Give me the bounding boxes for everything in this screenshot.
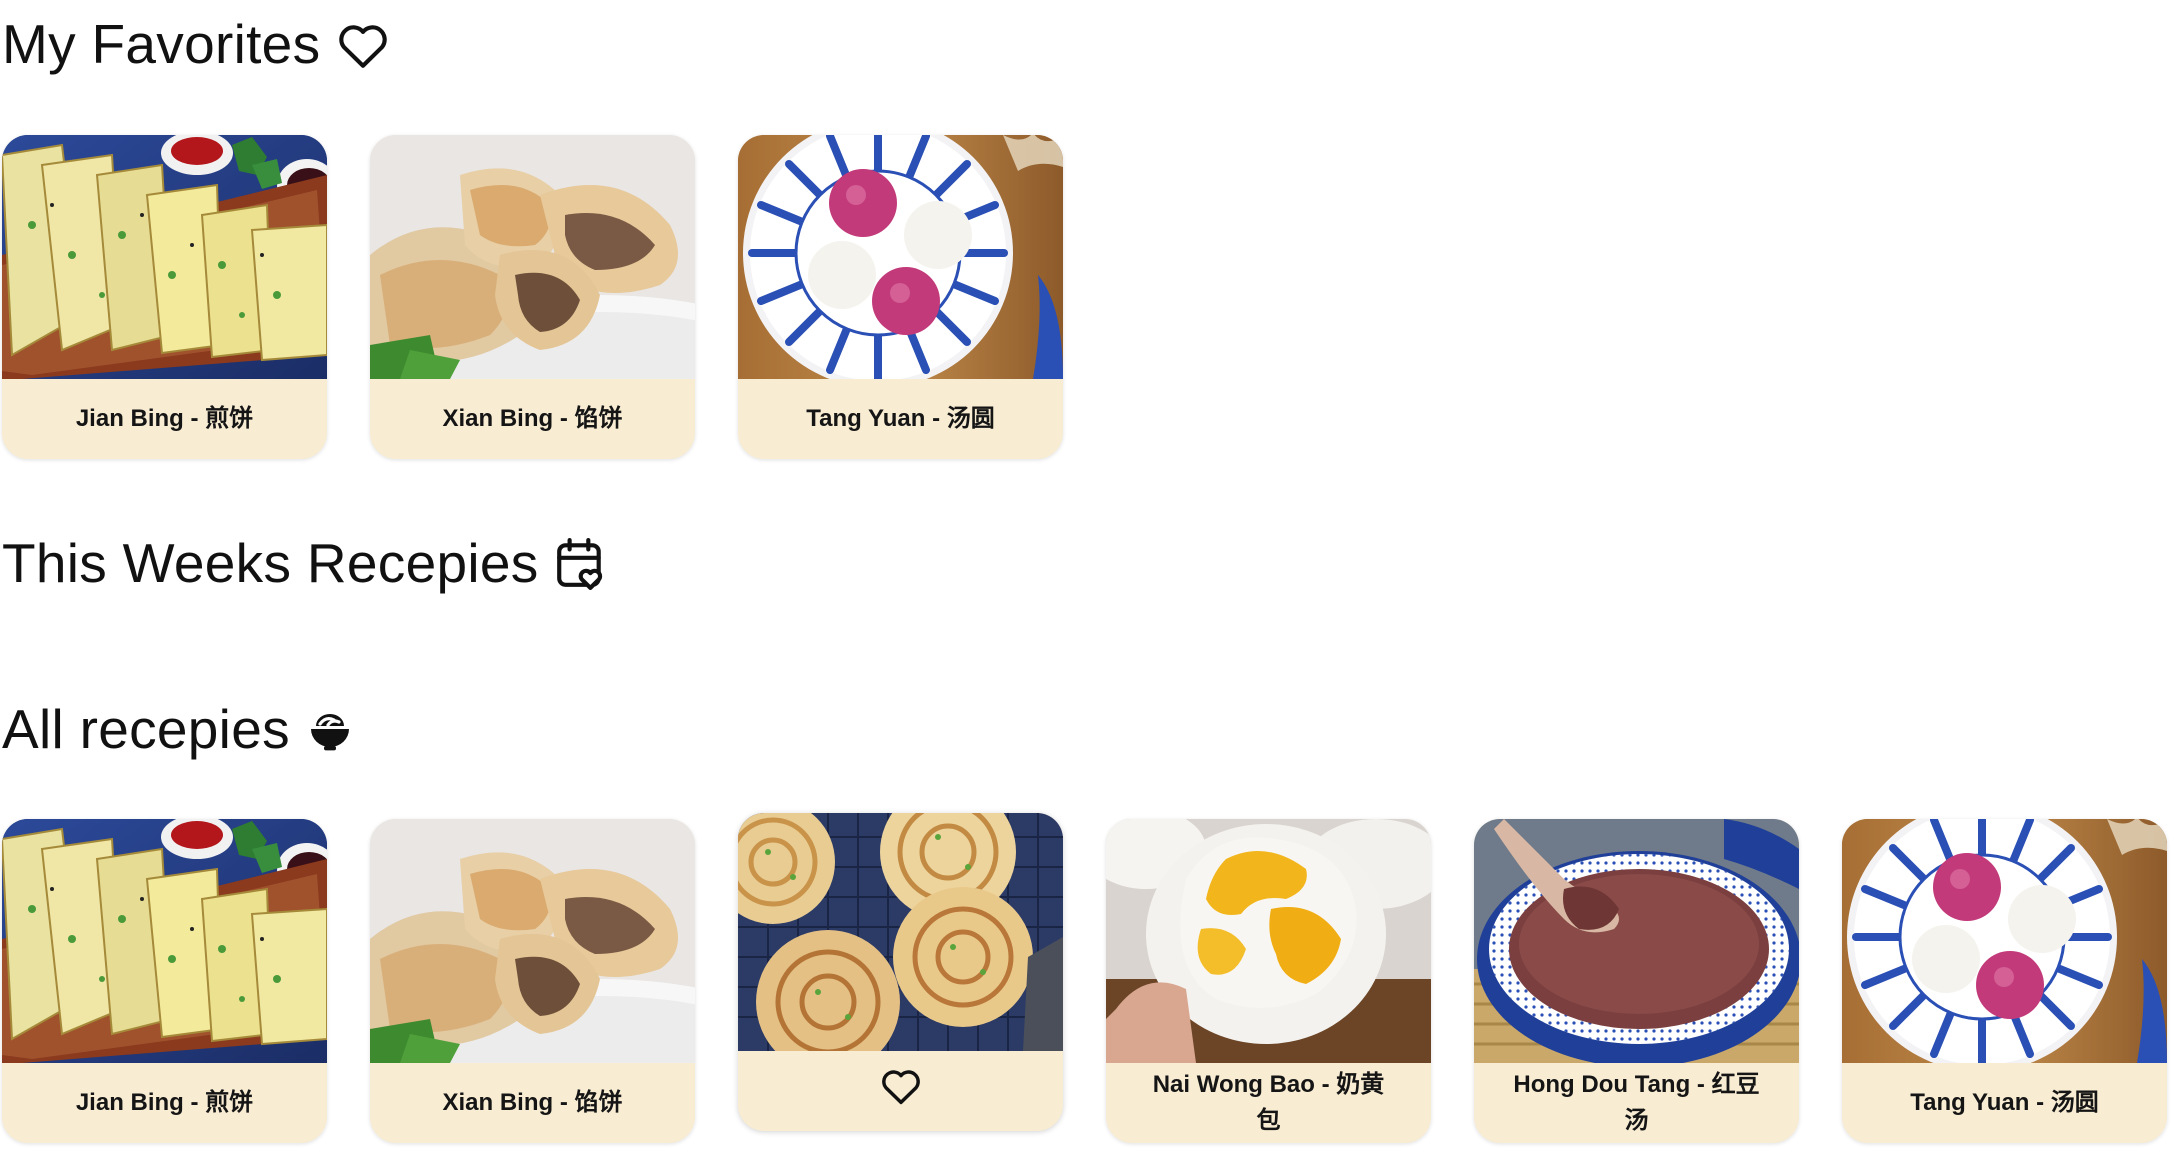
recipe-card-jian-bing[interactable]: Jian Bing - 煎饼 — [2, 135, 327, 459]
recipe-card-label: Jian Bing - 煎饼 — [75, 405, 254, 432]
recipe-card-label: Jian Bing - 煎饼 — [75, 1089, 254, 1116]
favorites-title-text: My Favorites — [2, 13, 321, 75]
recipe-card-tang-yuan[interactable]: Tang Yuan - 汤圆 — [1842, 819, 2167, 1143]
recipe-card-label: Hong Dou Tang - 红豆汤 — [1513, 1071, 1760, 1134]
jian-bing-photo — [2, 135, 327, 379]
all-title-text: All recepies — [2, 698, 290, 760]
xian-bing-photo — [370, 819, 695, 1063]
heart-outline-icon[interactable] — [336, 21, 390, 69]
all-recipes-row: Jian Bing - 煎饼 Xian Bing - 馅饼 Nai Wong B… — [2, 813, 2167, 1143]
tang-yuan-photo — [1842, 819, 2167, 1063]
all-section-title: All recepies — [2, 702, 354, 757]
recipe-card-label: Xian Bing - 馅饼 — [442, 1089, 623, 1116]
calendar-heart-icon — [555, 537, 605, 591]
recipe-card-label: Tang Yuan - 汤圆 — [806, 405, 995, 432]
favorites-section-title: My Favorites — [2, 17, 390, 72]
nai-wong-bao-photo — [1106, 819, 1431, 1063]
favorites-row: Jian Bing - 煎饼 Xian Bing - 馅饼 Tang Yuan … — [2, 135, 1063, 459]
tang-yuan-photo — [738, 135, 1063, 379]
recipe-card-label: Nai Wong Bao - 奶黄包 — [1152, 1071, 1385, 1134]
recipe-card-xian-bing[interactable]: Xian Bing - 馅饼 — [370, 135, 695, 459]
recipe-card-label: Tang Yuan - 汤圆 — [1910, 1089, 2099, 1116]
recipe-card-hong-dou-tang[interactable]: Hong Dou Tang - 红豆汤 — [1474, 819, 1799, 1143]
recipe-card-tang-yuan[interactable]: Tang Yuan - 汤圆 — [738, 135, 1063, 459]
jian-bing-photo — [2, 819, 327, 1063]
xian-bing-photo — [370, 135, 695, 379]
bowl-icon — [306, 707, 354, 753]
heart-outline-icon[interactable] — [880, 1067, 922, 1116]
scallion-pancake-photo — [738, 813, 1063, 1051]
recipe-card-nai-wong-bao[interactable]: Nai Wong Bao - 奶黄包 — [1106, 819, 1431, 1143]
recipe-card-xian-bing[interactable]: Xian Bing - 馅饼 — [370, 819, 695, 1143]
recipe-card-jian-bing[interactable]: Jian Bing - 煎饼 — [2, 819, 327, 1143]
weekly-title-text: This Weeks Recepies — [2, 532, 539, 594]
weekly-section-title: This Weeks Recepies — [2, 536, 605, 591]
favorite-toggle[interactable] — [738, 1051, 1063, 1131]
recipe-card-scallion-pancake[interactable] — [738, 813, 1063, 1131]
recipe-card-label: Xian Bing - 馅饼 — [442, 405, 623, 432]
hong-dou-tang-photo — [1474, 819, 1799, 1063]
